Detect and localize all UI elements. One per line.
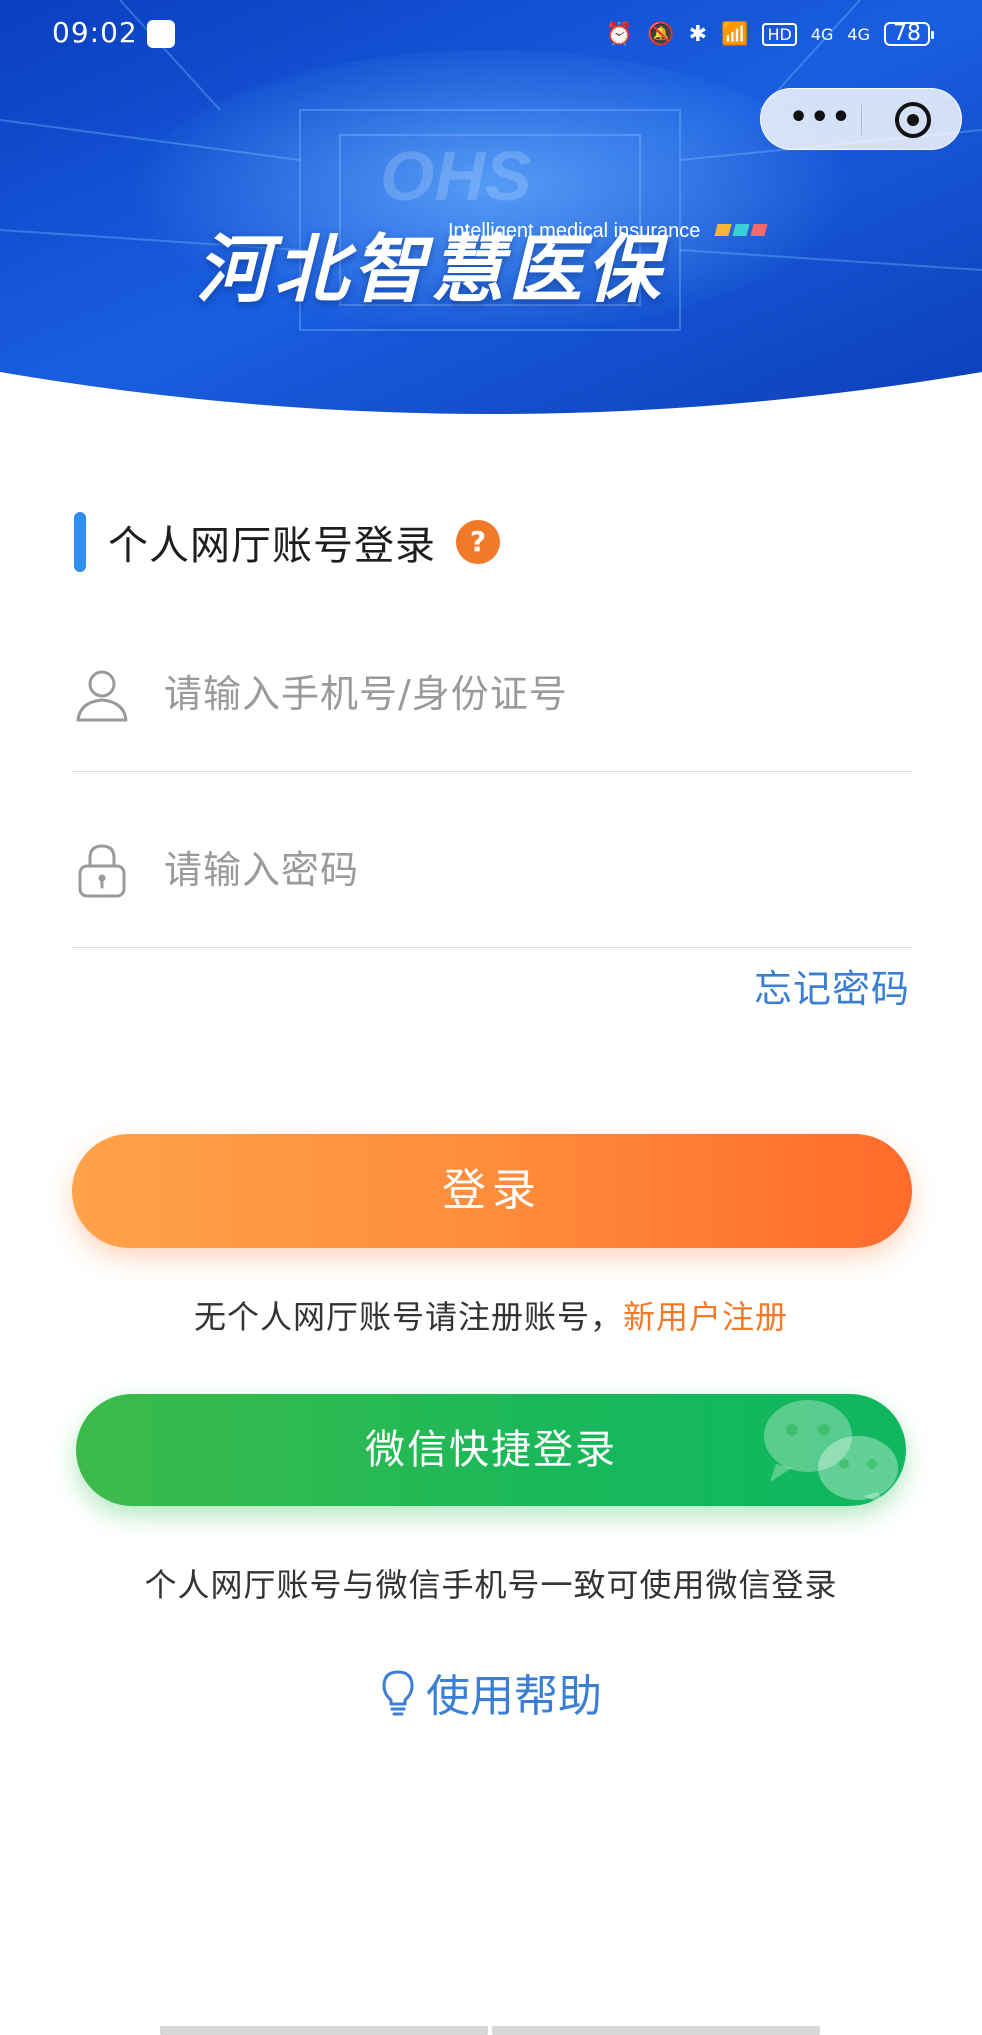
miniprogram-capsule: •••: [760, 88, 962, 150]
username-input[interactable]: [164, 662, 884, 726]
wechat-login-button[interactable]: 微信快捷登录: [76, 1394, 906, 1506]
help-badge[interactable]: ?: [456, 520, 500, 564]
password-input[interactable]: [164, 838, 884, 902]
login-button[interactable]: 登录: [72, 1134, 912, 1248]
forgot-password-link[interactable]: 忘记密码: [754, 958, 910, 1013]
battery-icon: 78: [884, 22, 934, 46]
alarm-icon: ⏰: [605, 21, 634, 47]
wechat-login-note: 个人网厅账号与微信手机号一致可使用微信登录: [144, 1566, 838, 1604]
register-prompt: 无个人网厅账号请注册账号，新用户注册: [0, 1292, 982, 1338]
username-field: [72, 662, 912, 772]
signal-4g-1: 4G: [810, 24, 834, 44]
header-banner: OHS 09:02 ⏰ 🔕 ✱ 📶 HD 4G 4G 78 ••• 河北智慧医保…: [0, 0, 982, 420]
usage-help-label: 使用帮助: [426, 1671, 602, 1722]
register-prompt-text: 无个人网厅账号请注册账号，: [193, 1298, 623, 1336]
bulb-icon: [382, 1670, 414, 1716]
status-time: 09:02: [52, 16, 138, 49]
svg-text:OHS: OHS: [380, 137, 532, 215]
wechat-login-label: 微信快捷登录: [365, 1427, 617, 1473]
section-accent-bar: [74, 512, 86, 572]
register-link[interactable]: 新用户注册: [623, 1298, 788, 1336]
baidu-app-icon: [147, 20, 175, 48]
status-icons: ⏰ 🔕 ✱ 📶 HD 4G 4G 78: [605, 18, 934, 50]
lock-icon: [78, 844, 126, 898]
section-heading: 个人网厅账号登录 ?: [74, 512, 500, 572]
bluetooth-icon: ✱: [688, 21, 708, 47]
usage-help-link[interactable]: 使用帮助: [0, 1660, 982, 1724]
password-field: [72, 838, 912, 948]
wifi-icon: 📶: [721, 21, 749, 47]
status-bar: 09:02 ⏰ 🔕 ✱ 📶 HD 4G 4G 78: [0, 0, 982, 70]
banner-subtitle: Intelligent medical insurance: [448, 220, 701, 242]
more-icon[interactable]: •••: [789, 103, 851, 137]
home-indicator: [160, 2026, 820, 2035]
section-title: 个人网厅账号登录: [108, 523, 436, 569]
mute-icon: 🔕: [647, 21, 675, 47]
logo-dots: [714, 224, 768, 236]
signal-4g-2: 4G: [847, 24, 870, 44]
hd-icon: HD: [762, 22, 797, 46]
wechat-icon: [764, 1400, 898, 1506]
target-icon[interactable]: [895, 102, 931, 138]
user-icon: [76, 670, 128, 722]
capsule-divider: [861, 105, 862, 135]
